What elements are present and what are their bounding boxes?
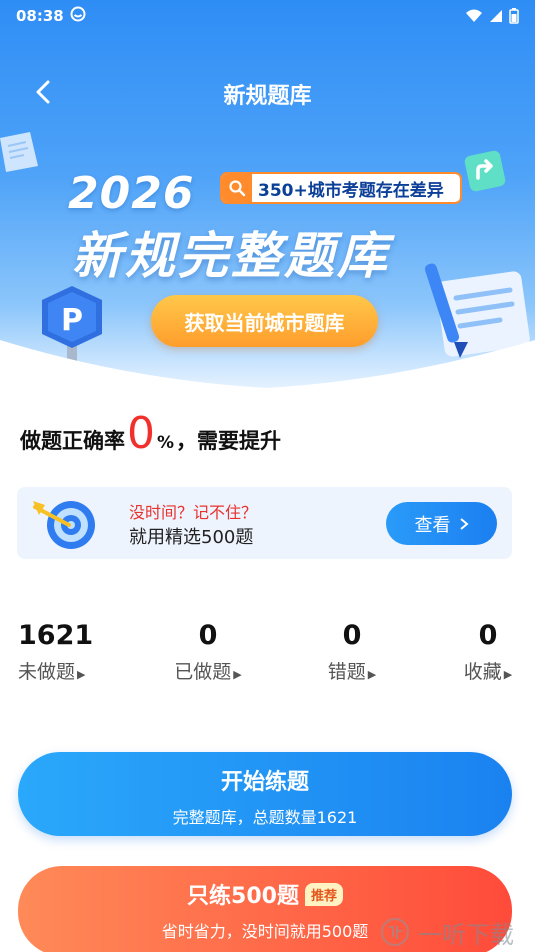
recommend-badge: 推荐 bbox=[304, 882, 343, 906]
hero-banner: 08:38 新规题库 P 2026 350+城市考题存在差异 新规完整题库 获取… bbox=[0, 0, 535, 392]
stat-undone[interactable]: 1621 未做题 ▶ bbox=[18, 620, 93, 684]
stat-favorites-value: 0 bbox=[478, 620, 498, 651]
page-title: 新规题库 bbox=[223, 84, 312, 109]
view-button[interactable]: 查看 bbox=[386, 502, 497, 545]
stat-undone-label: 未做题 bbox=[18, 661, 76, 683]
start-practice-button[interactable]: 开始练题 完整题库，总题数量1621 bbox=[18, 752, 512, 836]
stat-wrong-label: 错题 bbox=[327, 661, 366, 683]
signal-icon bbox=[490, 10, 502, 22]
banner-tag-text: 350+城市考题存在差异 bbox=[258, 180, 444, 201]
start-subtitle: 完整题库，总题数量1621 bbox=[172, 808, 358, 827]
target-icon bbox=[33, 501, 95, 549]
tip-question: 没时间？记不住？ bbox=[129, 503, 258, 522]
start-title: 开始练题 bbox=[220, 770, 309, 795]
accuracy-prefix: 做题正确率 bbox=[20, 429, 125, 453]
stat-done[interactable]: 0 已做题 ▶ bbox=[173, 620, 243, 684]
arrow-sign-icon bbox=[464, 150, 506, 192]
wifi-icon bbox=[466, 9, 482, 22]
watermark-text: 一听下载 bbox=[418, 920, 514, 949]
watermark-logo-icon bbox=[381, 918, 409, 946]
accuracy-suffix: ，需要提升 bbox=[176, 429, 282, 453]
caret-right-icon: ▶ bbox=[233, 668, 242, 681]
caret-right-icon: ▶ bbox=[367, 668, 377, 681]
stat-undone-value: 1621 bbox=[18, 620, 94, 651]
status-bar: 08:38 bbox=[0, 0, 535, 32]
stat-favorites-label: 收藏 bbox=[463, 661, 502, 683]
paper-decoration-icon bbox=[0, 132, 38, 172]
svg-text:P: P bbox=[61, 303, 83, 338]
caret-right-icon: ▶ bbox=[503, 668, 513, 681]
practice-title: 只练500题 bbox=[187, 884, 299, 909]
accuracy-unit: % bbox=[157, 433, 175, 453]
view-button-label: 查看 bbox=[414, 514, 451, 536]
banner-title: 新规完整题库 bbox=[72, 227, 390, 285]
search-icon bbox=[229, 180, 246, 197]
accuracy-text: 做题正确率 0 % ，需要提升 bbox=[20, 408, 281, 459]
hero-wave bbox=[0, 340, 535, 392]
banner-year: 2026 bbox=[68, 168, 195, 219]
app-status-icon bbox=[70, 6, 86, 26]
watermark: 一听下载 bbox=[380, 912, 535, 952]
tip-answer: 就用精选500题 bbox=[129, 527, 254, 548]
stat-wrong[interactable]: 0 错题 ▶ bbox=[326, 620, 378, 684]
selected-500-card: 没时间？记不住？ 就用精选500题 查看 bbox=[17, 487, 512, 559]
nav-bar: 新规题库 bbox=[0, 62, 535, 122]
status-time: 08:38 bbox=[16, 7, 64, 25]
stat-done-value: 0 bbox=[198, 620, 218, 651]
stat-favorites[interactable]: 0 收藏 ▶ bbox=[460, 620, 516, 684]
stats-row: 1621 未做题 ▶ 0 已做题 ▶ 0 错题 ▶ 0 收藏 ▶ bbox=[0, 620, 535, 690]
banner-tag: 350+城市考题存在差异 bbox=[220, 172, 462, 204]
stat-wrong-value: 0 bbox=[342, 620, 362, 651]
caret-right-icon: ▶ bbox=[77, 668, 86, 681]
chevron-right-icon bbox=[459, 517, 469, 530]
stat-done-label: 已做题 bbox=[174, 661, 232, 683]
accuracy-value: 0 bbox=[127, 408, 155, 459]
battery-icon bbox=[509, 8, 519, 24]
